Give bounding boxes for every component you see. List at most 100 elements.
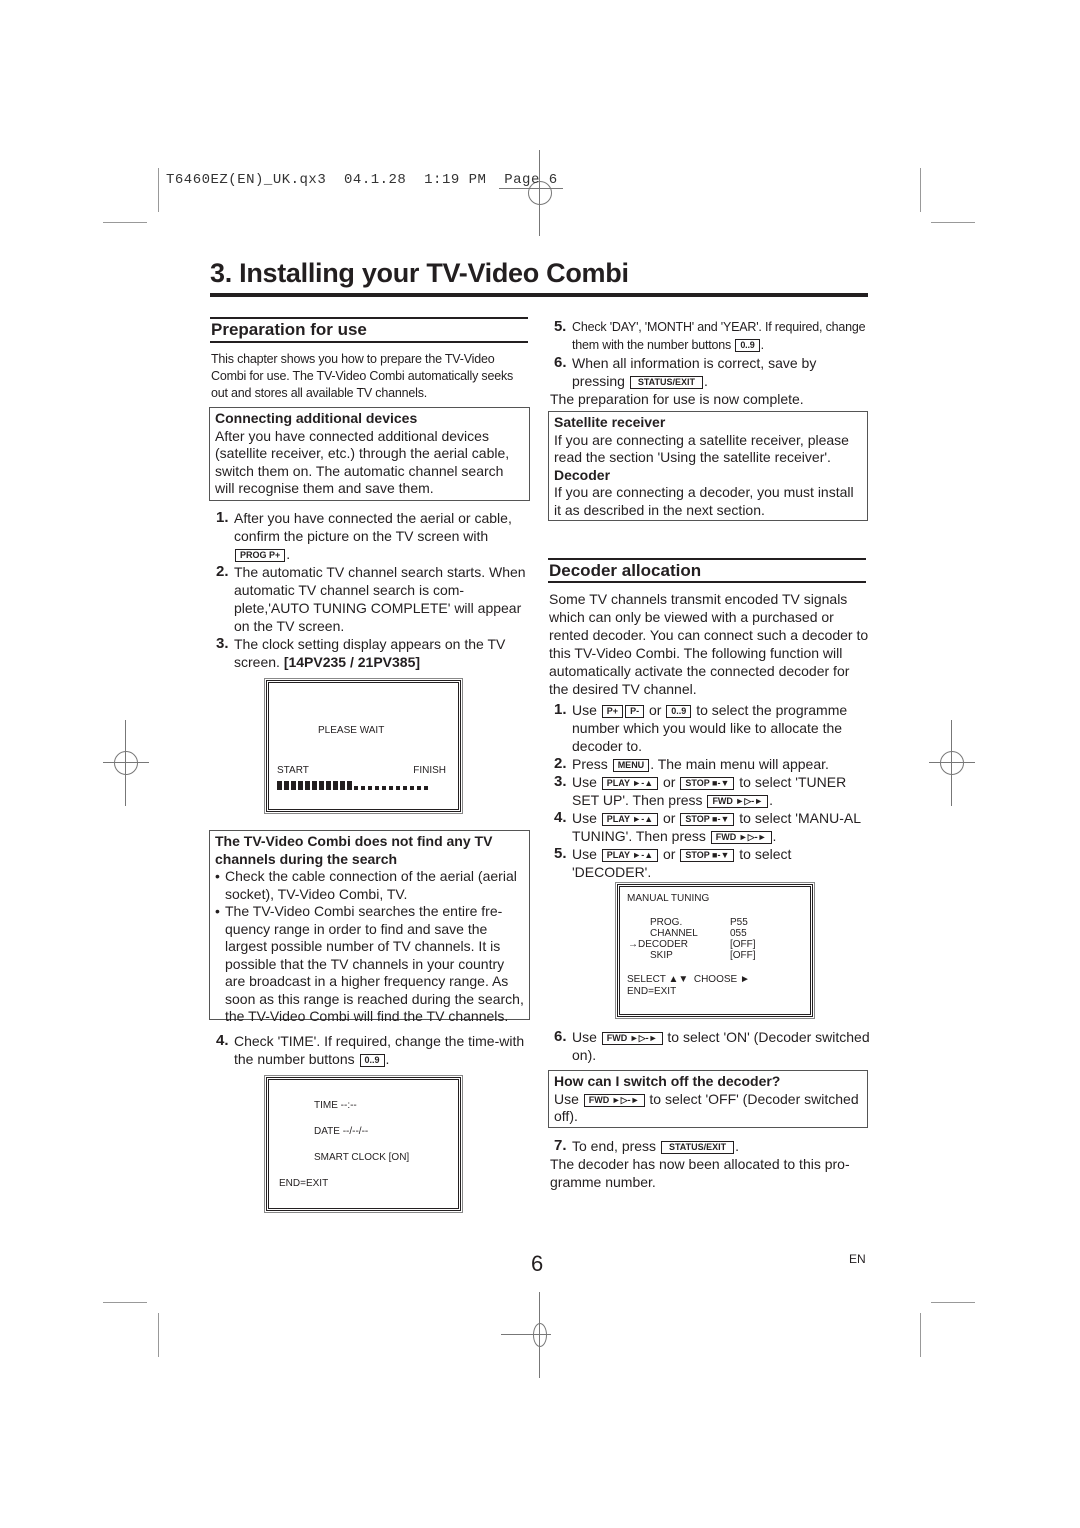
manual-tuning-row: CHANNEL 055 bbox=[630, 928, 790, 939]
p-minus-key-icon: P- bbox=[625, 705, 645, 718]
progress-block-empty bbox=[403, 786, 407, 790]
row-label: →DECODER bbox=[628, 939, 689, 950]
trouble-bullet: • Check the cable connection of the aeria… bbox=[215, 868, 517, 902]
section-heading-decoder: Decoder allocation bbox=[549, 561, 702, 580]
progress-block-filled bbox=[298, 781, 303, 790]
step-2: 2. The automatic TV channel search starts… bbox=[216, 563, 526, 634]
row-label: CHANNEL bbox=[650, 928, 698, 939]
stop-key-icon: STOP ■-▼ bbox=[680, 813, 735, 826]
page-number: 6 bbox=[531, 1251, 544, 1276]
date-text: DATE --/--/-- bbox=[314, 1126, 369, 1137]
decoder-intro: Some TV channels transmit encoded TV sig… bbox=[549, 591, 869, 697]
trouble-title: The TV-Video Combi does not find any TV … bbox=[215, 833, 493, 867]
progress-block-filled bbox=[319, 781, 324, 790]
step-6: 6. Use FWD ►▷-► to select 'ON' (Decoder s… bbox=[554, 1028, 870, 1063]
crop-mark bbox=[920, 1313, 921, 1357]
crop-mark bbox=[158, 168, 159, 212]
play-key-icon: PLAY ►-▲ bbox=[601, 813, 659, 826]
registration-mark-icon bbox=[929, 720, 975, 806]
chapter-title: 3. Installing your TV-Video Combi bbox=[210, 258, 629, 288]
manual-tuning-row: →DECODER [OFF] bbox=[628, 939, 790, 950]
tv-screen-auto-tuning: PLEASE WAIT START FINISH bbox=[264, 678, 463, 814]
progress-block-empty bbox=[375, 786, 379, 790]
manual-tuning-row: PROG. P55 bbox=[630, 917, 790, 928]
decoder-body: If you are connecting a decoder, you mus… bbox=[554, 484, 854, 518]
note-box-additional-devices: Connecting additional devices After you … bbox=[209, 407, 530, 501]
progress-block-empty bbox=[396, 786, 400, 790]
crop-mark bbox=[158, 1313, 159, 1357]
play-key-icon: PLAY ►-▲ bbox=[601, 849, 659, 862]
note-title: Connecting additional devices bbox=[215, 410, 418, 426]
manual-tuning-title: MANUAL TUNING bbox=[627, 893, 710, 904]
section-heading-preparation: Preparation for use bbox=[211, 320, 367, 339]
end-exit-text: END=EXIT bbox=[279, 1178, 329, 1189]
play-key-icon: PLAY ►-▲ bbox=[601, 777, 659, 790]
step-3: 3. Use PLAY ►-▲ or STOP ■-▼ to select 'TU… bbox=[554, 773, 847, 808]
step-6: 6. When all information is correct, save … bbox=[554, 354, 817, 389]
menu-key-icon: MENU bbox=[612, 759, 650, 772]
row-label: SKIP bbox=[650, 950, 673, 961]
stop-key-icon: STOP ■-▼ bbox=[680, 777, 735, 790]
crop-mark bbox=[103, 1302, 147, 1303]
print-slug: T6460EZ(EN)_UK.qx3 04.1.28 1:19 PM Page … bbox=[166, 172, 558, 188]
prep-step-4: 4. Check 'TIME'. If required, change the … bbox=[212, 1032, 530, 1068]
prep-steps-5-6: 5. Check 'DAY', 'MONTH' and 'YEAR'. If re… bbox=[550, 318, 870, 408]
step-1: 1. After you have connected the aerial or… bbox=[216, 509, 512, 562]
progress-block-empty bbox=[368, 786, 372, 790]
progress-block-empty bbox=[361, 786, 365, 790]
progress-block-filled bbox=[305, 781, 310, 790]
step-2: 2. Press MENU. The main menu will appear. bbox=[554, 755, 829, 772]
manual-tuning-row: SKIP [OFF] bbox=[630, 950, 790, 961]
note-body: After you have connected additional devi… bbox=[215, 427, 510, 497]
progress-block-filled bbox=[277, 781, 282, 790]
note-box-satellite-decoder: Satellite receiver If you are connecting… bbox=[548, 411, 868, 521]
progress-block-empty bbox=[389, 786, 393, 790]
decoder-step-7: 7. To end, press STATUS/EXIT. The decoder… bbox=[550, 1137, 870, 1191]
tv-screen-clock-setting: TIME --:-- DATE --/--/-- SMART CLOCK [ON… bbox=[264, 1075, 463, 1213]
progress-block-empty bbox=[354, 786, 358, 790]
crop-mark bbox=[931, 222, 975, 223]
status-exit-key-icon: STATUS/EXIT bbox=[629, 376, 703, 389]
manual-tuning-rows: PROG. P55 CHANNEL 055 →DECODER [OFF] SKIP [OFF] bbox=[628, 917, 790, 961]
section-rule bbox=[548, 581, 866, 583]
row-value: P55 bbox=[730, 917, 748, 928]
crop-mark bbox=[920, 168, 921, 212]
smart-clock-text: SMART CLOCK [ON] bbox=[314, 1152, 410, 1163]
note-box-switch-off-decoder: How can I switch off the decoder? Use FW… bbox=[548, 1070, 868, 1128]
step-5: 5. Check 'DAY', 'MONTH' and 'YEAR'. If re… bbox=[554, 318, 866, 352]
step-5: 5. Use PLAY ►-▲ or STOP ■-▼ to select 'DE… bbox=[554, 845, 792, 880]
tv-screen-manual-tuning: MANUAL TUNING PROG. P55 CHANNEL 055 →DECODER… bbox=[615, 882, 815, 1019]
crop-mark bbox=[931, 1302, 975, 1303]
progress-block-empty bbox=[417, 786, 421, 790]
section-rule bbox=[548, 558, 866, 560]
number-key-icon: 0..9 bbox=[359, 1054, 385, 1067]
satellite-title: Satellite receiver bbox=[554, 414, 666, 430]
step-4: 4. Check 'TIME'. If required, change the … bbox=[216, 1032, 525, 1067]
end-exit-text: END=EXIT bbox=[627, 986, 677, 997]
decoder-step-6: 6. Use FWD ►▷-► to select 'ON' (Decoder s… bbox=[550, 1028, 870, 1064]
switch-off-title: How can I switch off the decoder? bbox=[554, 1073, 781, 1089]
progress-block-empty bbox=[382, 786, 386, 790]
progress-block-filled bbox=[333, 781, 338, 790]
row-label: PROG. bbox=[650, 917, 683, 928]
row-value: [OFF] bbox=[730, 950, 756, 961]
trouble-bullet: • The TV-Video Combi searches the entire … bbox=[215, 903, 524, 1024]
prep-complete-text: The preparation for use is now complete. bbox=[550, 391, 804, 407]
note-box-no-channels: The TV-Video Combi does not find any TV … bbox=[209, 830, 530, 1024]
progress-block-filled bbox=[347, 781, 352, 790]
select-choose-hint: SELECT ▲▼ CHOOSE ► bbox=[627, 974, 750, 985]
row-value: 055 bbox=[730, 928, 747, 939]
progress-block-filled bbox=[312, 781, 317, 790]
progress-block-filled bbox=[326, 781, 331, 790]
finish-label: FINISH bbox=[413, 765, 446, 776]
registration-mark-icon bbox=[501, 1292, 563, 1378]
satellite-body: If you are connecting a satellite receiv… bbox=[554, 431, 849, 466]
status-exit-key-icon: STATUS/EXIT bbox=[660, 1141, 735, 1154]
step-3: 3. The clock setting display appears on t… bbox=[216, 635, 506, 670]
prep-steps-1-3: 1. After you have connected the aerial or… bbox=[212, 509, 530, 671]
number-key-icon: 0..9 bbox=[666, 705, 692, 718]
decoder-final-text: The decoder has now been allocated to th… bbox=[550, 1156, 850, 1190]
progress-block-empty bbox=[424, 786, 428, 790]
fwd-key-icon: FWD ►▷-► bbox=[710, 831, 772, 844]
decoder-steps-1-5: 1. Use P+ P- or 0..9 to select the program… bbox=[550, 701, 870, 881]
